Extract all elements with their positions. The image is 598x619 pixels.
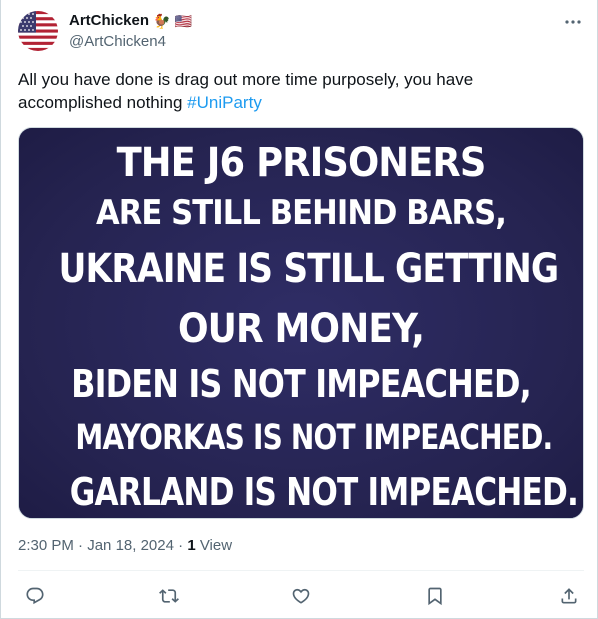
tweet-time[interactable]: 2:30 PM (18, 537, 74, 554)
meta-separator-2: · (178, 537, 184, 554)
meme-line-5: BIDEN IS NOT IMPEACHED, (71, 362, 532, 406)
hashtag-link[interactable]: #UniParty (187, 93, 262, 112)
reply-button[interactable] (23, 584, 47, 608)
like-icon (292, 588, 310, 604)
meme-line-7: GARLAND IS NOT IMPEACHED. (69, 470, 579, 514)
more-dots-icon (565, 20, 581, 24)
avatar[interactable] (18, 11, 58, 51)
retweet-button[interactable] (157, 584, 181, 608)
us-flag-emoji: 🇺🇸 (174, 12, 192, 29)
tweet-card: ArtChicken 🐓 🇺🇸 @ArtChicken4 All you hav… (0, 0, 598, 619)
author-handle[interactable]: @ArtChicken4 (69, 33, 166, 50)
retweet-icon (159, 589, 179, 603)
meme-line-2: ARE STILL BEHIND BARS, (95, 193, 507, 233)
tweet-date[interactable]: Jan 18, 2024 (87, 537, 174, 554)
meme-line-3: UKRAINE IS STILL GETTING (58, 246, 559, 292)
share-icon (561, 588, 577, 604)
author-display-name[interactable]: ArtChicken (69, 12, 149, 29)
rooster-emoji: 🐓 (153, 12, 171, 29)
more-options-button[interactable] (563, 14, 583, 30)
us-flag-avatar-icon (18, 11, 58, 51)
action-bar (21, 584, 581, 608)
views-count: 1 (187, 537, 196, 554)
reply-icon (26, 587, 44, 605)
meta-separator-1: · (78, 537, 84, 554)
tweet-text: All you have done is drag out more time … (18, 68, 578, 114)
actions-divider (18, 570, 584, 571)
share-button[interactable] (557, 584, 581, 608)
author-name-row: ArtChicken 🐓 🇺🇸 (69, 12, 192, 29)
tweet-meta: 2:30 PM · Jan 18, 2024 · 1 View (18, 537, 232, 554)
tweet-media-image[interactable]: THE J6 PRISONERS ARE STILL BEHIND BARS, … (18, 127, 584, 519)
bookmark-icon (428, 587, 442, 606)
like-button[interactable] (289, 584, 313, 608)
meme-line-4: OUR MONEY, (177, 306, 425, 352)
meme-line-6: MAYORKAS IS NOT IMPEACHED. (75, 418, 553, 458)
views-label: View (195, 537, 233, 554)
bookmark-button[interactable] (423, 584, 447, 608)
meme-line-1: THE J6 PRISONERS (116, 140, 487, 186)
